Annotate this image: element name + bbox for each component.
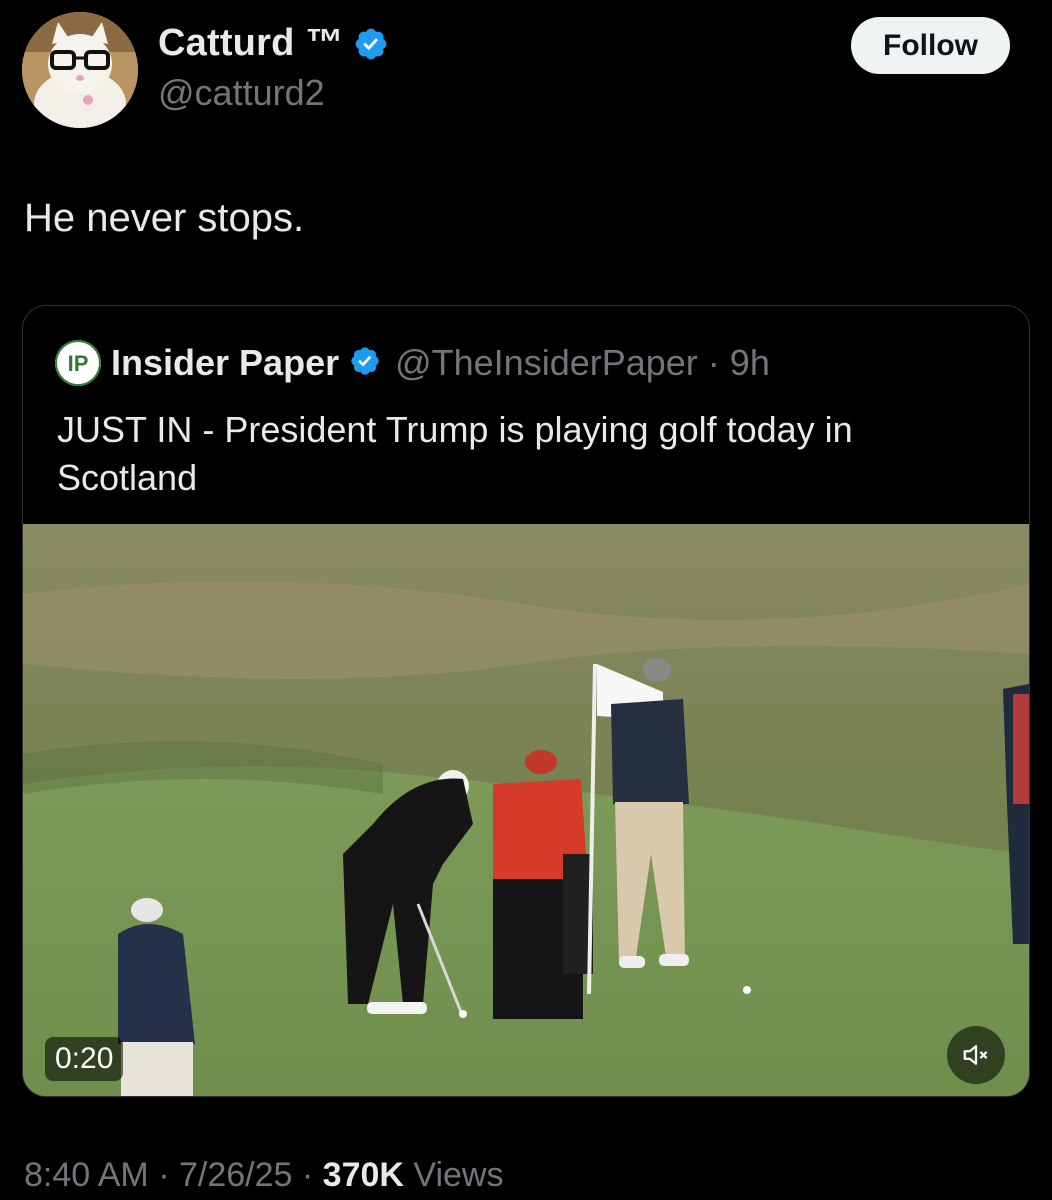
- tweet-time[interactable]: 8:40 AM: [24, 1156, 149, 1194]
- speaker-muted-icon: [963, 1045, 988, 1065]
- verified-badge-icon: [353, 26, 389, 62]
- quoted-verified-badge-icon: [349, 345, 385, 381]
- views-label: Views: [413, 1156, 504, 1194]
- golf-course-video-thumbnail-icon: [23, 524, 1029, 1096]
- cat-with-glasses-avatar-icon: [22, 12, 138, 128]
- tweet-meta: 8:40 AM · 7/26/25 · 370K Views: [24, 1156, 504, 1195]
- quoted-author-handle[interactable]: @TheInsiderPaper: [395, 342, 698, 384]
- meta-separator: ·: [301, 1156, 314, 1194]
- quoted-tweet-card[interactable]: IP Insider Paper @TheInsiderPaper · 9h JUS…: [22, 305, 1030, 1097]
- quoted-author-avatar[interactable]: IP: [55, 340, 101, 386]
- tweet-text: He never stops.: [24, 196, 305, 240]
- video-player[interactable]: 0:20: [23, 524, 1029, 1096]
- quoted-tweet-text: JUST IN - President Trump is playing gol…: [57, 409, 853, 498]
- tweet-date[interactable]: 7/26/25: [179, 1156, 292, 1194]
- author-name-row[interactable]: Catturd ™: [158, 22, 389, 65]
- insider-paper-logo-icon: IP: [55, 340, 101, 386]
- follow-button[interactable]: Follow: [851, 17, 1010, 74]
- author-display-name[interactable]: Catturd ™: [158, 22, 343, 65]
- quoted-tweet-time[interactable]: 9h: [730, 342, 770, 384]
- author-avatar[interactable]: [22, 12, 138, 128]
- video-duration-badge: 0:20: [45, 1037, 124, 1081]
- quoted-author-name[interactable]: Insider Paper: [111, 342, 339, 384]
- mute-toggle-button[interactable]: [947, 1026, 1005, 1084]
- views-count: 370K: [322, 1156, 404, 1194]
- separator-dot: ·: [707, 342, 720, 383]
- quoted-tweet-header: IP Insider Paper @TheInsiderPaper · 9h: [55, 340, 770, 386]
- tweet-page: Catturd ™ @catturd2 Follow He never stop…: [0, 0, 1052, 1200]
- svg-text:IP: IP: [68, 351, 89, 376]
- meta-separator: ·: [158, 1156, 170, 1194]
- author-handle[interactable]: @catturd2: [158, 72, 325, 114]
